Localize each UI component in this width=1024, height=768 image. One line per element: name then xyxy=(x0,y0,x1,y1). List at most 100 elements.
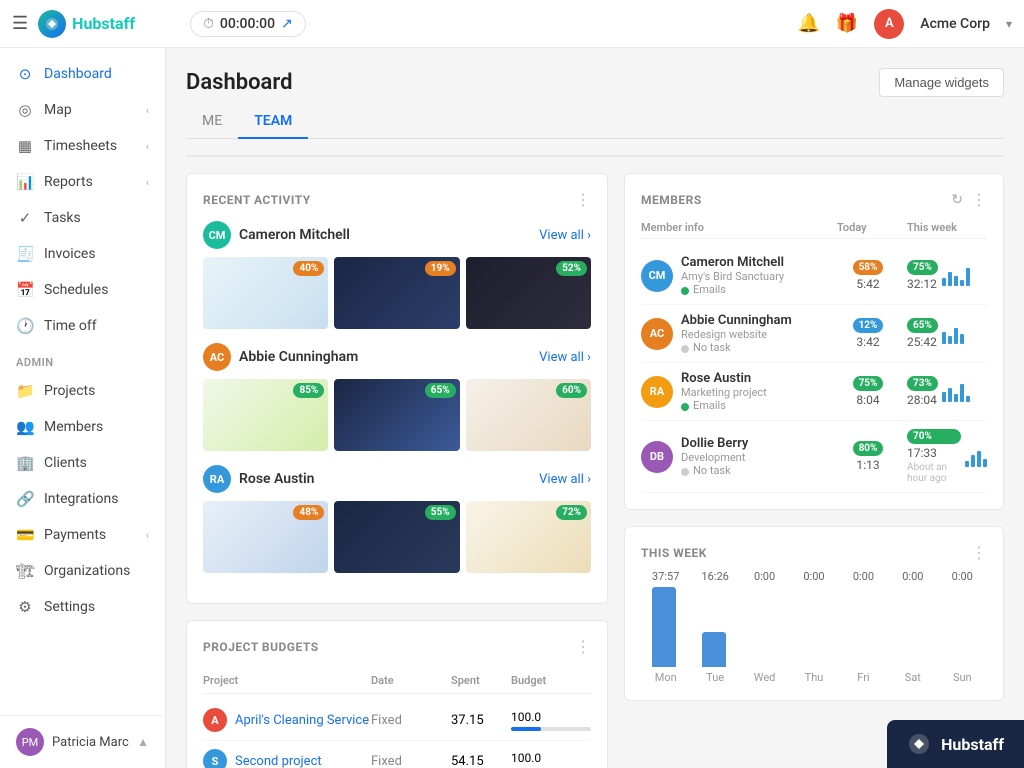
sidebar-label-schedules: Schedules xyxy=(44,282,149,298)
sidebar-label-invoices: Invoices xyxy=(44,246,149,262)
members-col-info: Member info xyxy=(641,221,837,234)
user-row-abbie: AC Abbie Cunningham View all › xyxy=(203,343,591,371)
budget-project-2[interactable]: S Second project xyxy=(203,749,371,768)
sidebar-item-projects[interactable]: 📁 Projects xyxy=(0,373,165,409)
member-week-pill-cameron: 75% xyxy=(907,260,938,275)
this-week-title: THIS WEEK xyxy=(641,546,707,560)
tab-me[interactable]: ME xyxy=(186,105,238,139)
bell-icon[interactable]: 🔔 xyxy=(797,13,819,34)
screenshot-cameron-2[interactable]: 19% xyxy=(334,257,459,329)
members-menu-icon[interactable]: ⋮ xyxy=(971,190,987,209)
budget-avatar-2: S xyxy=(203,749,227,768)
timer-area[interactable]: ⏱ 00:00:00 ↗ xyxy=(190,11,306,37)
view-all-cameron[interactable]: View all › xyxy=(539,228,591,243)
member-info-cameron: CM Cameron Mitchell Amy's Bird Sanctuary… xyxy=(641,255,829,296)
member-info-abbie: AC Abbie Cunningham Redesign website No … xyxy=(641,313,829,354)
sidebar-expand-icon[interactable]: ▲ xyxy=(137,735,149,749)
user-activity-cameron: CM Cameron Mitchell View all › 40% 19% xyxy=(203,221,591,329)
map-icon: ◎ xyxy=(16,101,34,119)
member-project-rose: Marketing project xyxy=(681,386,767,399)
screenshot-rose-2[interactable]: 55% xyxy=(334,501,459,573)
week-bars xyxy=(641,587,987,667)
member-week-rose: 73% 28:04 xyxy=(907,376,987,407)
recent-activity-menu-icon[interactable]: ⋮ xyxy=(575,190,591,209)
hamburger-icon[interactable]: ☰ xyxy=(12,13,28,34)
member-week-pill-rose: 73% xyxy=(907,376,938,391)
screenshots-rose: 48% 55% 72% xyxy=(203,501,591,573)
hubstaff-logo-icon xyxy=(907,732,931,756)
screenshot-rose-3[interactable]: 72% xyxy=(466,501,591,573)
topbar: ☰ Hubstaff ⏱ 00:00:00 ↗ 🔔 🎁 A Acme Corp … xyxy=(0,0,1024,48)
company-chevron-icon[interactable]: ▾ xyxy=(1006,17,1012,31)
week-time-0: 37:57 xyxy=(641,570,690,583)
member-status-text-abbie: No task xyxy=(693,341,731,354)
sidebar-item-clients[interactable]: 🏢 Clients xyxy=(0,445,165,481)
screenshot-badge-abbie-1: 85% xyxy=(293,383,324,398)
screenshot-abbie-3[interactable]: 60% xyxy=(466,379,591,451)
screenshot-abbie-1[interactable]: 85% xyxy=(203,379,328,451)
manage-widgets-button[interactable]: Manage widgets xyxy=(879,68,1004,97)
sidebar-label-map: Map xyxy=(44,102,136,118)
sidebar-item-map[interactable]: ◎ Map ‹ xyxy=(0,92,165,128)
sidebar-item-tasks[interactable]: ✓ Tasks xyxy=(0,200,165,236)
member-name-cameron: Cameron Mitchell xyxy=(681,255,784,270)
screenshot-badge-abbie-2: 65% xyxy=(425,383,456,398)
members-card-header: MEMBERS ↻ ⋮ xyxy=(641,190,987,209)
sidebar-item-members[interactable]: 👥 Members xyxy=(0,409,165,445)
sidebar: ⊙ Dashboard ◎ Map ‹ ▦ Timesheets ‹ 📊 Rep… xyxy=(0,48,166,768)
budget-col-project: Project xyxy=(203,674,371,687)
member-project-abbie: Redesign website xyxy=(681,328,792,341)
member-today-cameron: 58% 5:42 xyxy=(833,260,903,291)
refresh-icon[interactable]: ↻ xyxy=(951,192,963,208)
budget-table-header: Project Date Spent Budget xyxy=(203,668,591,694)
sidebar-item-settings[interactable]: ⚙ Settings xyxy=(0,589,165,625)
member-dot-abbie xyxy=(681,345,689,353)
sidebar-item-invoices[interactable]: 🧾 Invoices xyxy=(0,236,165,272)
week-time-4: 0:00 xyxy=(839,570,888,583)
project-budgets-card: PROJECT BUDGETS ⋮ Project Date Spent Bud… xyxy=(186,620,608,768)
week-time-6: 0:00 xyxy=(938,570,987,583)
budget-budget-2: 100.0 xyxy=(511,751,541,765)
bar-1 xyxy=(942,278,946,286)
user-activity-rose: RA Rose Austin View all › 48% 55% xyxy=(203,465,591,573)
recent-activity-title: RECENT ACTIVITY xyxy=(203,193,311,207)
view-all-rose[interactable]: View all › xyxy=(539,472,591,487)
gift-icon[interactable]: 🎁 xyxy=(836,13,858,34)
budget-bar-2: 100.0 xyxy=(511,751,591,768)
screenshot-abbie-2[interactable]: 65% xyxy=(334,379,459,451)
timer-expand-icon[interactable]: ↗ xyxy=(281,16,293,32)
week-bar-fri xyxy=(841,587,887,667)
screenshot-cameron-1[interactable]: 40% xyxy=(203,257,328,329)
member-week-time-cameron: 32:12 xyxy=(907,277,938,291)
screenshot-rose-1[interactable]: 48% xyxy=(203,501,328,573)
member-dot-rose xyxy=(681,403,689,411)
stat-card-worked-week: WORKED THIS WEEK 54:04:48 ▲ 49:40:37 ⋮ xyxy=(595,156,799,157)
sidebar-item-timeoff[interactable]: 🕐 Time off xyxy=(0,308,165,344)
sidebar-item-dashboard[interactable]: ⊙ Dashboard xyxy=(0,56,165,92)
tab-team[interactable]: TEAM xyxy=(238,105,308,139)
sidebar-item-payments[interactable]: 💳 Payments ‹ xyxy=(0,517,165,553)
this-week-menu-icon[interactable]: ⋮ xyxy=(971,543,987,562)
budget-project-1[interactable]: A April's Cleaning Service xyxy=(203,708,371,732)
member-today-pill-cameron: 58% xyxy=(853,260,884,275)
right-column: MEMBERS ↻ ⋮ Member info Today This week xyxy=(624,173,1004,768)
sidebar-item-integrations[interactable]: 🔗 Integrations xyxy=(0,481,165,517)
screenshot-cameron-3[interactable]: 52% xyxy=(466,257,591,329)
user-info-rose: RA Rose Austin xyxy=(203,465,314,493)
week-bar-tue xyxy=(691,587,737,667)
user-avatar[interactable]: A xyxy=(874,9,904,39)
user-name-cameron: Cameron Mitchell xyxy=(239,227,350,243)
projects-icon: 📁 xyxy=(16,382,34,400)
sidebar-item-reports[interactable]: 📊 Reports ‹ xyxy=(0,164,165,200)
sidebar-item-organizations[interactable]: 🏗 Organizations xyxy=(0,553,165,589)
timesheets-icon: ▦ xyxy=(16,137,34,155)
members-actions: ↻ ⋮ xyxy=(951,190,987,209)
user-info-cameron: CM Cameron Mitchell xyxy=(203,221,350,249)
member-avatar-abbie: AC xyxy=(641,318,673,350)
project-budgets-menu-icon[interactable]: ⋮ xyxy=(575,637,591,656)
reports-chevron-icon: ‹ xyxy=(146,176,149,189)
view-all-abbie[interactable]: View all › xyxy=(539,350,591,365)
sidebar-item-schedules[interactable]: 📅 Schedules xyxy=(0,272,165,308)
member-row-cameron: CM Cameron Mitchell Amy's Bird Sanctuary… xyxy=(641,247,987,305)
sidebar-item-timesheets[interactable]: ▦ Timesheets ‹ xyxy=(0,128,165,164)
